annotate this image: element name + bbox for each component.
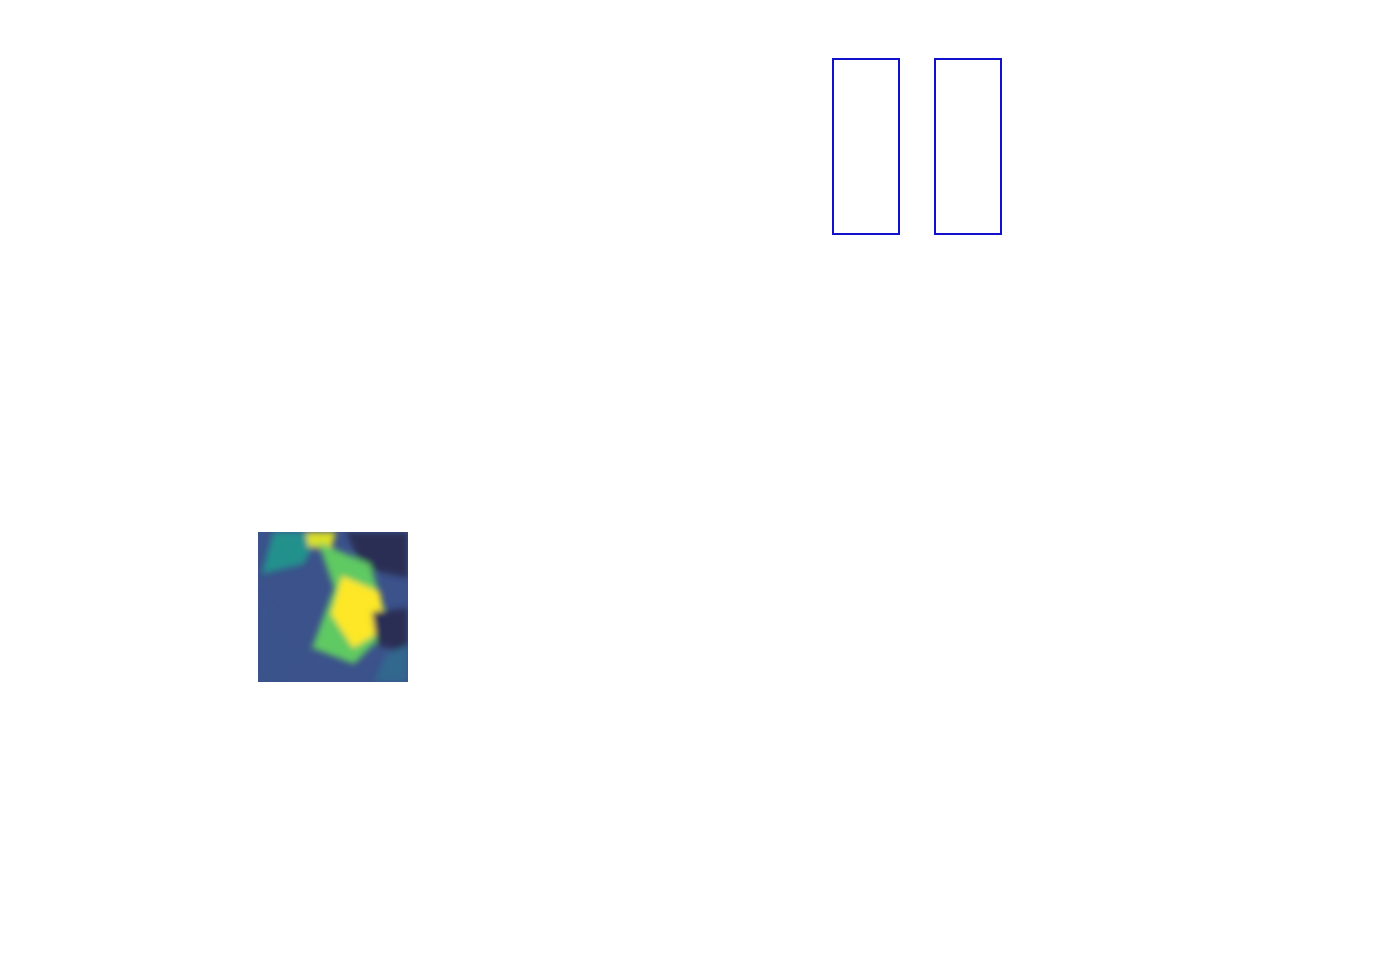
cutout-hsc-r	[625, 532, 775, 682]
cutout-lineflux-map	[258, 532, 408, 682]
fiber-positions-overlay	[68, 532, 218, 682]
cutout-kpno-g	[428, 532, 578, 682]
clean-image	[934, 58, 1002, 235]
with-sky-image	[832, 58, 900, 235]
line-fit-plot	[1024, 52, 1330, 228]
hsc-overlay	[625, 532, 775, 682]
cutout-fiber-positions	[68, 532, 218, 682]
full-spectrum-plot	[100, 346, 1298, 438]
kpno-overlay	[428, 532, 578, 682]
footer-accent-bar	[97, 944, 1303, 953]
lineflux-map-overlay	[258, 532, 408, 682]
elixer-report-page	[0, 0, 1400, 953]
